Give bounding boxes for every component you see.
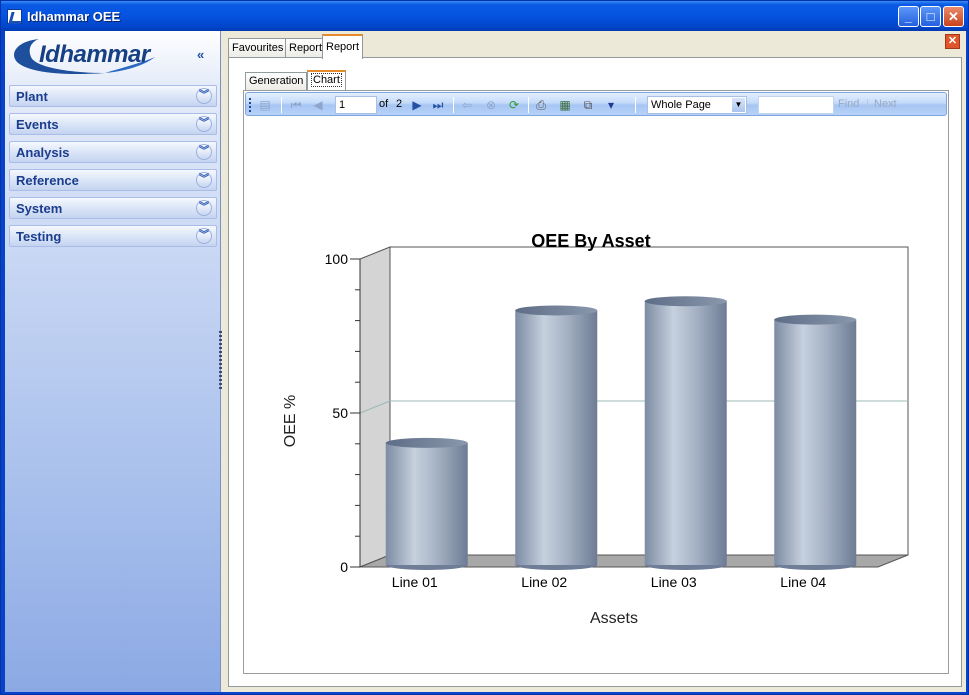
nav-item-label: Events	[16, 117, 59, 132]
bar-top	[385, 437, 468, 448]
bar	[385, 442, 468, 565]
next-page-icon[interactable]: ▶	[409, 97, 425, 113]
tab-generation[interactable]: Generation	[245, 72, 308, 90]
back-icon[interactable]: ⇦	[459, 97, 475, 113]
chevron-down-icon[interactable]: ︾	[196, 228, 212, 244]
maximize-button[interactable]: □	[920, 6, 941, 27]
nav-item-testing[interactable]: Testing ︾	[9, 225, 217, 247]
total-pages: 2	[396, 98, 403, 110]
bar	[774, 319, 857, 565]
zoom-select[interactable]: Whole Page ▼	[647, 96, 747, 114]
tab-chart-label: Chart	[311, 73, 342, 87]
nav-item-analysis[interactable]: Analysis ︾	[9, 141, 217, 163]
tab-chart[interactable]: Chart	[307, 70, 346, 90]
y-axis-label: OEE %	[282, 395, 299, 447]
save-export-icon[interactable]: ▾	[603, 97, 619, 113]
nav-item-system[interactable]: System ︾	[9, 197, 217, 219]
toolbar-separator	[635, 97, 636, 113]
x-tick-label: Line 03	[651, 574, 697, 590]
app-window: Idhammar OEE _ □ ✕ Idhammar « Plant ︾ Ev…	[0, 0, 969, 695]
chart-title: OEE By Asset	[531, 231, 650, 251]
toolbar-separator-bar: |	[866, 98, 869, 110]
print-icon[interactable]: ⎙	[533, 97, 549, 113]
page-number-input[interactable]	[335, 96, 377, 114]
previous-page-icon[interactable]: ◀	[310, 97, 326, 113]
close-tab-icon[interactable]: ✕	[945, 34, 960, 49]
document-map-icon[interactable]: ▤	[257, 97, 273, 113]
chart-area: 0 50 100 Line 01 Line 02 Line 03 Line 04 OEE By…	[244, 117, 948, 673]
sidebar: Idhammar « Plant ︾ Events ︾ Analysis ︾ R…	[5, 31, 221, 692]
refresh-icon[interactable]: ⟳	[506, 97, 522, 113]
y-tick-label: 100	[325, 251, 349, 267]
chevron-down-icon[interactable]: ▼	[732, 98, 745, 112]
chevron-down-icon[interactable]: ︾	[196, 116, 212, 132]
zoom-value: Whole Page	[651, 99, 711, 111]
bar	[644, 301, 727, 565]
next-link[interactable]: Next	[874, 98, 897, 110]
nav-item-label: Reference	[16, 173, 79, 188]
y-tick-label: 0	[340, 559, 348, 575]
toolbar-separator	[528, 97, 529, 113]
toolbar-separator	[281, 97, 282, 113]
bar-top	[644, 296, 727, 307]
tab-content: Generation Chart ▤ ⏮ ◀ of 2 ▶ ⏭	[228, 57, 962, 687]
tab-report-1[interactable]: Report	[285, 38, 327, 58]
close-window-button[interactable]: ✕	[943, 6, 964, 27]
print-layout-icon[interactable]: ▦	[557, 97, 573, 113]
x-tick-label: Line 02	[521, 574, 567, 590]
main-panel: Favourites Report Report ✕ Generation Ch…	[224, 31, 966, 692]
collapse-sidebar-button[interactable]: «	[197, 47, 204, 62]
minimize-button[interactable]: _	[898, 6, 919, 27]
tab-favourites[interactable]: Favourites	[228, 38, 288, 58]
client-area: Idhammar « Plant ︾ Events ︾ Analysis ︾ R…	[5, 31, 966, 692]
logo: Idhammar	[5, 31, 221, 81]
x-tick-label: Line 01	[392, 574, 438, 590]
nav-item-label: System	[16, 201, 63, 216]
toolbar-separator	[453, 97, 454, 113]
chevron-down-icon[interactable]: ︾	[196, 172, 212, 188]
stop-icon[interactable]: ⊗	[483, 97, 499, 113]
y-tick-label: 50	[332, 405, 348, 421]
nav-item-plant[interactable]: Plant ︾	[9, 85, 217, 107]
logo-text: Idhammar	[39, 41, 150, 68]
nav-item-label: Plant	[16, 89, 48, 104]
toolbar-grip[interactable]	[249, 98, 251, 112]
last-page-icon[interactable]: ⏭	[430, 97, 446, 113]
chevron-down-icon[interactable]: ︾	[196, 200, 212, 216]
bar-top	[774, 314, 857, 325]
title-bar[interactable]: Idhammar OEE _ □ ✕	[1, 1, 968, 31]
tab-report-2[interactable]: Report	[322, 34, 364, 59]
chevron-down-icon[interactable]: ︾	[196, 88, 212, 104]
nav-item-label: Testing	[16, 229, 62, 244]
app-icon	[7, 9, 22, 24]
page-setup-icon[interactable]: ⧉	[580, 97, 596, 113]
x-tick-label: Line 04	[780, 574, 826, 590]
bar-top	[515, 305, 598, 316]
find-link[interactable]: Find	[838, 98, 859, 110]
of-label: of	[379, 98, 389, 110]
report-toolbar: ▤ ⏮ ◀ of 2 ▶ ⏭ ⇦ ⊗ ⟳ ⎙	[245, 92, 947, 116]
splitter-handle[interactable]	[219, 331, 222, 391]
find-input[interactable]	[758, 96, 834, 114]
x-axis-label: Assets	[590, 610, 638, 627]
first-page-icon[interactable]: ⏮	[288, 97, 304, 113]
oee-chart: 0 50 100 Line 01 Line 02 Line 03 Line 04 OEE By…	[282, 231, 909, 627]
report-viewer: ▤ ⏮ ◀ of 2 ▶ ⏭ ⇦ ⊗ ⟳ ⎙	[243, 90, 949, 674]
nav-item-events[interactable]: Events ︾	[9, 113, 217, 135]
bar	[515, 310, 598, 565]
nav-item-reference[interactable]: Reference ︾	[9, 169, 217, 191]
chevron-down-icon[interactable]: ︾	[196, 144, 212, 160]
nav-item-label: Analysis	[16, 145, 70, 160]
window-title: Idhammar OEE	[27, 9, 121, 24]
